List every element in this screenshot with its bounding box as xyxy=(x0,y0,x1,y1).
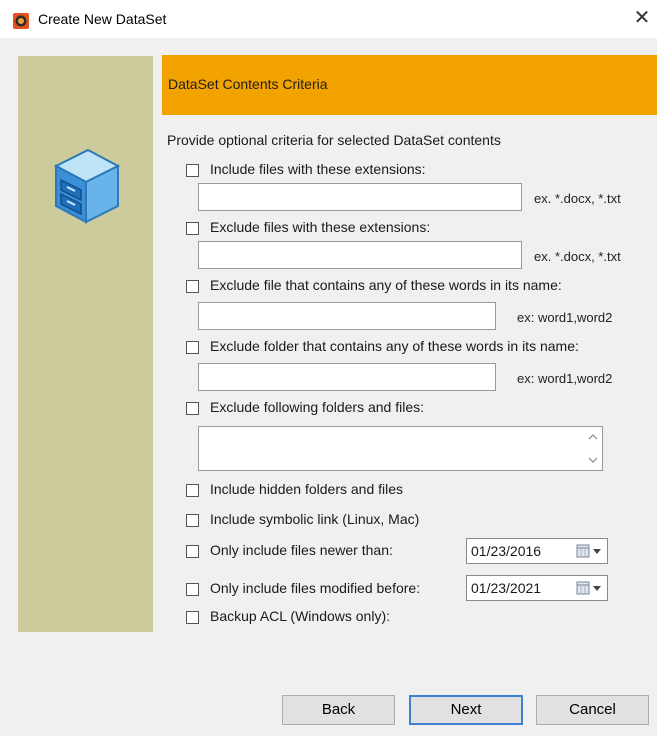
title-bar: Create New DataSet ✕ xyxy=(0,0,657,38)
exclude-ext-checkbox[interactable] xyxy=(186,222,199,235)
newer-than-label: Only include files newer than: xyxy=(210,542,393,558)
close-icon[interactable]: ✕ xyxy=(630,6,654,30)
include-ext-label: Include files with these extensions: xyxy=(210,161,426,177)
include-ext-input[interactable] xyxy=(198,183,522,211)
exclude-file-words-checkbox[interactable] xyxy=(186,280,199,293)
include-hidden-checkbox[interactable] xyxy=(186,484,199,497)
calendar-dropdown-icon[interactable] xyxy=(575,543,605,559)
backup-acl-checkbox[interactable] xyxy=(186,611,199,624)
section-title: DataSet Contents Criteria xyxy=(168,76,328,92)
exclude-ext-hint: ex. *.docx, *.txt xyxy=(534,249,621,264)
modified-before-date: 01/23/2021 xyxy=(471,580,542,596)
include-symlink-checkbox[interactable] xyxy=(186,514,199,527)
exclude-following-label: Exclude following folders and files: xyxy=(210,399,425,415)
include-hidden-label: Include hidden folders and files xyxy=(210,481,404,497)
newer-than-date-picker[interactable]: 01/23/2016 xyxy=(466,538,608,564)
include-ext-hint: ex. *.docx, *.txt xyxy=(534,191,621,206)
side-panel xyxy=(18,56,153,632)
newer-than-date: 01/23/2016 xyxy=(471,543,542,559)
exclude-file-words-label: Exclude file that contains any of these … xyxy=(210,277,562,293)
newer-than-checkbox[interactable] xyxy=(186,545,199,558)
exclude-folder-words-label: Exclude folder that contains any of thes… xyxy=(210,338,579,354)
exclude-file-words-hint: ex: word1,word2 xyxy=(517,310,613,325)
backup-acl-label: Backup ACL (Windows only): xyxy=(210,608,390,624)
calendar-dropdown-icon[interactable] xyxy=(575,580,605,596)
window-title: Create New DataSet xyxy=(38,11,167,27)
modified-before-checkbox[interactable] xyxy=(186,583,199,596)
include-ext-checkbox[interactable] xyxy=(186,164,199,177)
cancel-button[interactable]: Cancel xyxy=(536,695,649,725)
section-header: DataSet Contents Criteria xyxy=(162,55,657,115)
modified-before-date-picker[interactable]: 01/23/2021 xyxy=(466,575,608,601)
dialog-body: DataSet Contents Criteria Provide option… xyxy=(0,38,657,736)
exclude-ext-input[interactable] xyxy=(198,241,522,269)
modified-before-label: Only include files modified before: xyxy=(210,580,421,596)
database-cabinet-icon xyxy=(53,148,121,224)
exclude-folder-words-hint: ex: word1,word2 xyxy=(517,371,613,386)
exclude-folder-words-input[interactable] xyxy=(198,363,496,391)
include-symlink-label: Include symbolic link (Linux, Mac) xyxy=(210,511,420,527)
exclude-following-checkbox[interactable] xyxy=(186,402,199,415)
exclude-folder-words-checkbox[interactable] xyxy=(186,341,199,354)
app-icon xyxy=(13,13,29,29)
back-button[interactable]: Back xyxy=(282,695,395,725)
scroll-down-icon[interactable] xyxy=(587,455,599,465)
scroll-up-icon[interactable] xyxy=(587,432,599,442)
exclude-ext-label: Exclude files with these extensions: xyxy=(210,219,431,235)
exclude-file-words-input[interactable] xyxy=(198,302,496,330)
textarea-scrollbar[interactable] xyxy=(584,427,602,470)
next-button[interactable]: Next xyxy=(409,695,523,725)
intro-text: Provide optional criteria for selected D… xyxy=(167,132,501,148)
exclude-following-textarea[interactable] xyxy=(198,426,603,471)
